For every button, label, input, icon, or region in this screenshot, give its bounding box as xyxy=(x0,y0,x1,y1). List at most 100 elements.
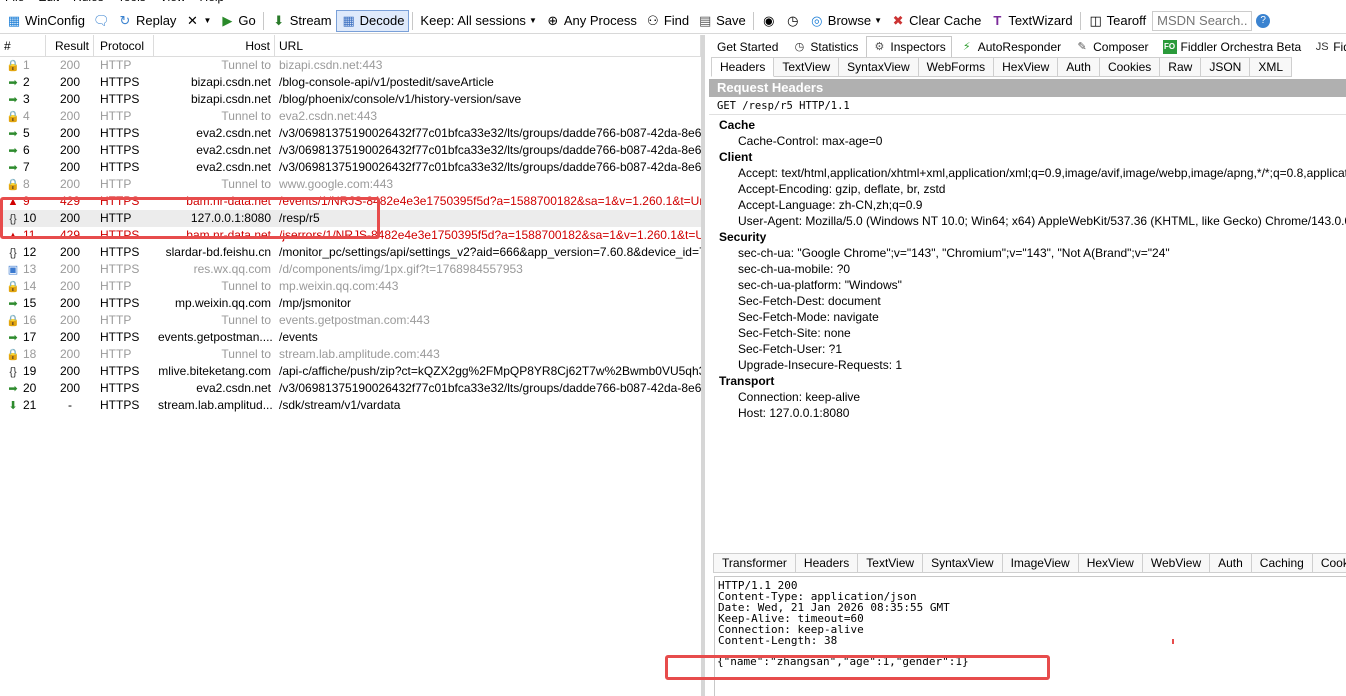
header-group-title[interactable]: Cache xyxy=(719,117,1346,133)
session-row[interactable]: ➡ 2 200 HTTPS bizapi.csdn.net/blog-console-a… xyxy=(0,74,701,91)
header-line[interactable]: sec-ch-ua-mobile: ?0 xyxy=(719,261,1346,277)
session-row[interactable]: {} 19 200 HTTPS mlive.biteketang.com/api-c/a… xyxy=(0,363,701,380)
main-tab[interactable]: ◷ Statistics xyxy=(786,36,864,57)
header-line[interactable]: Connection: keep-alive xyxy=(719,389,1346,405)
response-tab[interactable]: WebView xyxy=(1142,553,1211,573)
header-line[interactable]: Sec-Fetch-User: ?1 xyxy=(719,341,1346,357)
header-line[interactable]: sec-ch-ua-platform: "Windows" xyxy=(719,277,1346,293)
session-row[interactable]: ▲ 9 429 HTTPS bam.nr-data.net/events/1/NRJS-… xyxy=(0,193,701,210)
request-tab[interactable]: Cookies xyxy=(1099,57,1161,77)
menu-item[interactable]: Edit xyxy=(38,0,59,4)
session-row[interactable]: {} 10 200 HTTP 127.0.0.1:8080/resp/r5 xyxy=(0,210,701,227)
request-tab[interactable]: TextView xyxy=(774,57,840,77)
request-tab[interactable]: JSON xyxy=(1201,57,1251,77)
session-row[interactable]: ▣ 13 200 HTTPS res.wx.qq.com/d/components/im… xyxy=(0,261,701,278)
col-header-protocol[interactable]: Protocol xyxy=(94,35,154,57)
any-process-button[interactable]: ⊕ Any Process xyxy=(541,10,641,32)
session-row[interactable]: 🔒 14 200 HTTP Tunnel to mp.weixin.qq.com:443 xyxy=(0,278,701,295)
header-group-title[interactable]: Client xyxy=(719,149,1346,165)
session-row[interactable]: ▲ 11 429 HTTPS bam.nr-data.net/jserrors/1/NR… xyxy=(0,227,701,244)
clear-cache-button[interactable]: ✖ Clear Cache xyxy=(886,10,985,32)
col-header-url[interactable]: URL xyxy=(275,35,701,57)
response-tab[interactable]: TextView xyxy=(858,553,924,573)
request-tab[interactable]: Raw xyxy=(1160,57,1202,77)
response-tab[interactable]: Transformer xyxy=(713,553,796,573)
menu-item[interactable]: View xyxy=(160,0,186,4)
main-tab[interactable]: ✎ Composer xyxy=(1069,36,1154,57)
session-row[interactable]: ➡ 20 200 HTTPS eva2.csdn.net/v3/069813751900… xyxy=(0,380,701,397)
response-tab[interactable]: ImageView xyxy=(1002,553,1079,573)
session-row[interactable]: ⬇ 21 - HTTPS stream.lab.amplitud... /sdk/stre… xyxy=(0,397,701,414)
header-line[interactable]: Cache-Control: max-age=0 xyxy=(719,133,1346,149)
header-line[interactable]: Sec-Fetch-Dest: document xyxy=(719,293,1346,309)
stream-button[interactable]: ⬇ Stream xyxy=(267,10,336,32)
header-line[interactable]: Accept-Language: zh-CN,zh;q=0.9 xyxy=(719,197,1346,213)
tearoff-button[interactable]: ◫ Tearoff xyxy=(1084,10,1151,32)
request-tab[interactable]: Auth xyxy=(1058,57,1100,77)
session-row[interactable]: ➡ 15 200 HTTPS mp.weixin.qq.com/mp/jsmonitor xyxy=(0,295,701,312)
request-tab[interactable]: HexView xyxy=(994,57,1059,77)
comment-button[interactable]: 🗨 xyxy=(89,10,113,32)
response-tab[interactable]: HexView xyxy=(1078,553,1143,573)
response-tab[interactable]: Caching xyxy=(1251,553,1313,573)
main-tab[interactable]: ⚡ AutoResponder xyxy=(954,36,1067,57)
remove-button[interactable]: ✕ ▼ xyxy=(180,10,215,32)
menu-item[interactable]: Help xyxy=(200,0,225,4)
header-group-title[interactable]: Transport xyxy=(719,373,1346,389)
help-button[interactable]: ? xyxy=(1252,10,1274,32)
menu-item[interactable]: File xyxy=(5,0,24,4)
main-tab[interactable]: JS FiddlerScr xyxy=(1309,36,1346,57)
find-button[interactable]: ⚇ Find xyxy=(641,10,693,32)
main-tab[interactable]: ⚙ Inspectors xyxy=(866,36,952,57)
textwizard-button[interactable]: T TextWizard xyxy=(985,10,1076,32)
request-tab[interactable]: Headers xyxy=(711,57,775,77)
session-row[interactable]: 🔒 16 200 HTTP Tunnel to events.getpostman.com… xyxy=(0,312,701,329)
header-group-title[interactable]: Security xyxy=(719,229,1346,245)
header-line[interactable]: Host: 127.0.0.1:8080 xyxy=(719,405,1346,421)
screenshot-button[interactable]: ◉ xyxy=(757,10,781,32)
session-row[interactable]: ➡ 5 200 HTTPS eva2.csdn.net/v3/0698137519002… xyxy=(0,125,701,142)
header-line[interactable]: Upgrade-Insecure-Requests: 1 xyxy=(719,357,1346,373)
session-row[interactable]: 🔒 8 200 HTTP Tunnel to www.google.com:443 xyxy=(0,176,701,193)
request-tab[interactable]: SyntaxView xyxy=(839,57,919,77)
response-tab[interactable]: Cookies xyxy=(1312,553,1346,573)
header-line[interactable]: sec-ch-ua: "Google Chrome";v="143", "Chr… xyxy=(719,245,1346,261)
col-header-number[interactable]: # xyxy=(0,35,46,57)
replay-button[interactable]: ↻ Replay xyxy=(113,10,180,32)
replay-label: Replay xyxy=(135,13,177,28)
winconfig-button[interactable]: ▦ WinConfig xyxy=(2,10,89,32)
session-row[interactable]: 🔒 4 200 HTTP Tunnel to eva2.csdn.net:443 xyxy=(0,108,701,125)
response-tab[interactable]: Auth xyxy=(1210,553,1252,573)
session-row[interactable]: ➡ 6 200 HTTPS eva2.csdn.net/v3/0698137519002… xyxy=(0,142,701,159)
header-line[interactable]: Accept: text/html,application/xhtml+xml,… xyxy=(719,165,1346,181)
header-line[interactable]: User-Agent: Mozilla/5.0 (Windows NT 10.0… xyxy=(719,213,1346,229)
menu-item[interactable]: Rules xyxy=(73,0,104,4)
header-line[interactable]: Accept-Encoding: gzip, deflate, br, zstd xyxy=(719,181,1346,197)
msdn-search-input[interactable] xyxy=(1152,10,1253,31)
go-label: Go xyxy=(238,13,256,28)
timer-button[interactable]: ◷ xyxy=(781,10,805,32)
response-tab[interactable]: SyntaxView xyxy=(923,553,1003,573)
session-row[interactable]: ➡ 7 200 HTTPS eva2.csdn.net/v3/0698137519002… xyxy=(0,159,701,176)
save-button[interactable]: ▤ Save xyxy=(693,10,750,32)
menu-item[interactable]: Tools xyxy=(118,0,146,4)
main-tab[interactable]: Get Started xyxy=(711,36,784,57)
response-tab[interactable]: Headers xyxy=(795,553,859,573)
session-row[interactable]: 🔒 18 200 HTTP Tunnel to stream.lab.amplitude.… xyxy=(0,346,701,363)
session-row[interactable]: {} 12 200 HTTPS slardar-bd.feishu.cn/monitor… xyxy=(0,244,701,261)
main-tab[interactable]: FO Fiddler Orchestra Beta xyxy=(1157,36,1308,57)
response-textview[interactable]: HTTP/1.1 200 Content-Type: application/j… xyxy=(714,576,1346,696)
header-line[interactable]: Sec-Fetch-Site: none xyxy=(719,325,1346,341)
request-tab[interactable]: XML xyxy=(1250,57,1293,77)
col-header-result[interactable]: Result xyxy=(46,35,94,57)
decode-button[interactable]: ▦ Decode xyxy=(335,9,410,32)
go-button[interactable]: ▶ Go xyxy=(215,10,259,32)
keep-sessions-dropdown[interactable]: Keep: All sessions ▼ xyxy=(416,10,540,32)
browse-button[interactable]: ◎ Browse ▼ xyxy=(805,10,886,32)
col-header-host[interactable]: Host xyxy=(154,35,275,57)
session-row[interactable]: ➡ 17 200 HTTPS events.getpostman.... /events xyxy=(0,329,701,346)
session-row[interactable]: ➡ 3 200 HTTPS bizapi.csdn.net/blog/phoenix/c… xyxy=(0,91,701,108)
request-tab[interactable]: WebForms xyxy=(918,57,995,77)
header-line[interactable]: Sec-Fetch-Mode: navigate xyxy=(719,309,1346,325)
session-row[interactable]: 🔒 1 200 HTTP Tunnel to bizapi.csdn.net:443 xyxy=(0,57,701,74)
